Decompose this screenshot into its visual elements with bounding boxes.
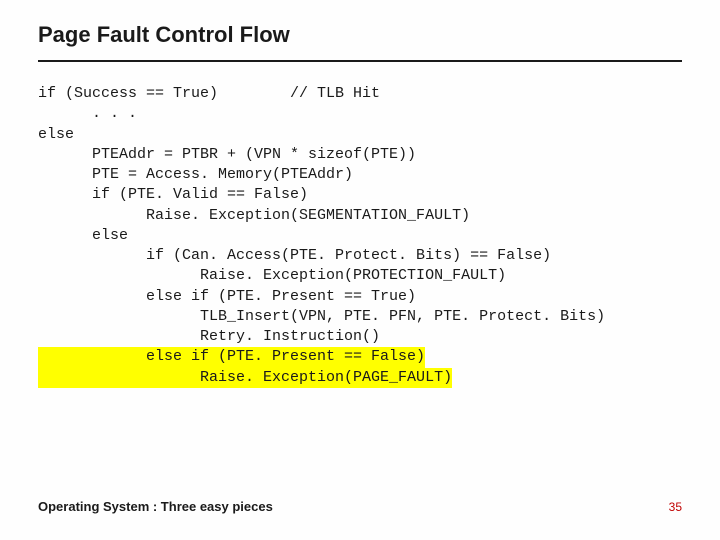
code-line: PTE = Access. Memory(PTEAddr) (38, 165, 682, 185)
title-divider (38, 60, 682, 62)
code-line: Raise. Exception(PAGE_FAULT) (38, 368, 682, 388)
code-line: Raise. Exception(SEGMENTATION_FAULT) (38, 206, 682, 226)
footer: Operating System : Three easy pieces 35 (38, 499, 682, 514)
code-line: else (38, 125, 682, 145)
footer-source: Operating System : Three easy pieces (38, 499, 273, 514)
code-line: else if (PTE. Present == False) (38, 347, 682, 367)
page-title: Page Fault Control Flow (38, 22, 682, 48)
slide: Page Fault Control Flow if (Success == T… (0, 0, 720, 540)
code-line: PTEAddr = PTBR + (VPN * sizeof(PTE)) (38, 145, 682, 165)
code-line: Raise. Exception(PROTECTION_FAULT) (38, 266, 682, 286)
code-line: . . . (38, 104, 682, 124)
code-block: if (Success == True) // TLB Hit . . .els… (38, 84, 682, 388)
code-line: if (Success == True) // TLB Hit (38, 84, 682, 104)
code-line: else if (PTE. Present == True) (38, 287, 682, 307)
code-line: Retry. Instruction() (38, 327, 682, 347)
code-line: if (PTE. Valid == False) (38, 185, 682, 205)
highlighted-code: else if (PTE. Present == False) (38, 347, 425, 367)
code-line: else (38, 226, 682, 246)
page-number: 35 (669, 500, 682, 514)
code-line: TLB_Insert(VPN, PTE. PFN, PTE. Protect. … (38, 307, 682, 327)
highlighted-code: Raise. Exception(PAGE_FAULT) (38, 368, 452, 388)
code-line: if (Can. Access(PTE. Protect. Bits) == F… (38, 246, 682, 266)
